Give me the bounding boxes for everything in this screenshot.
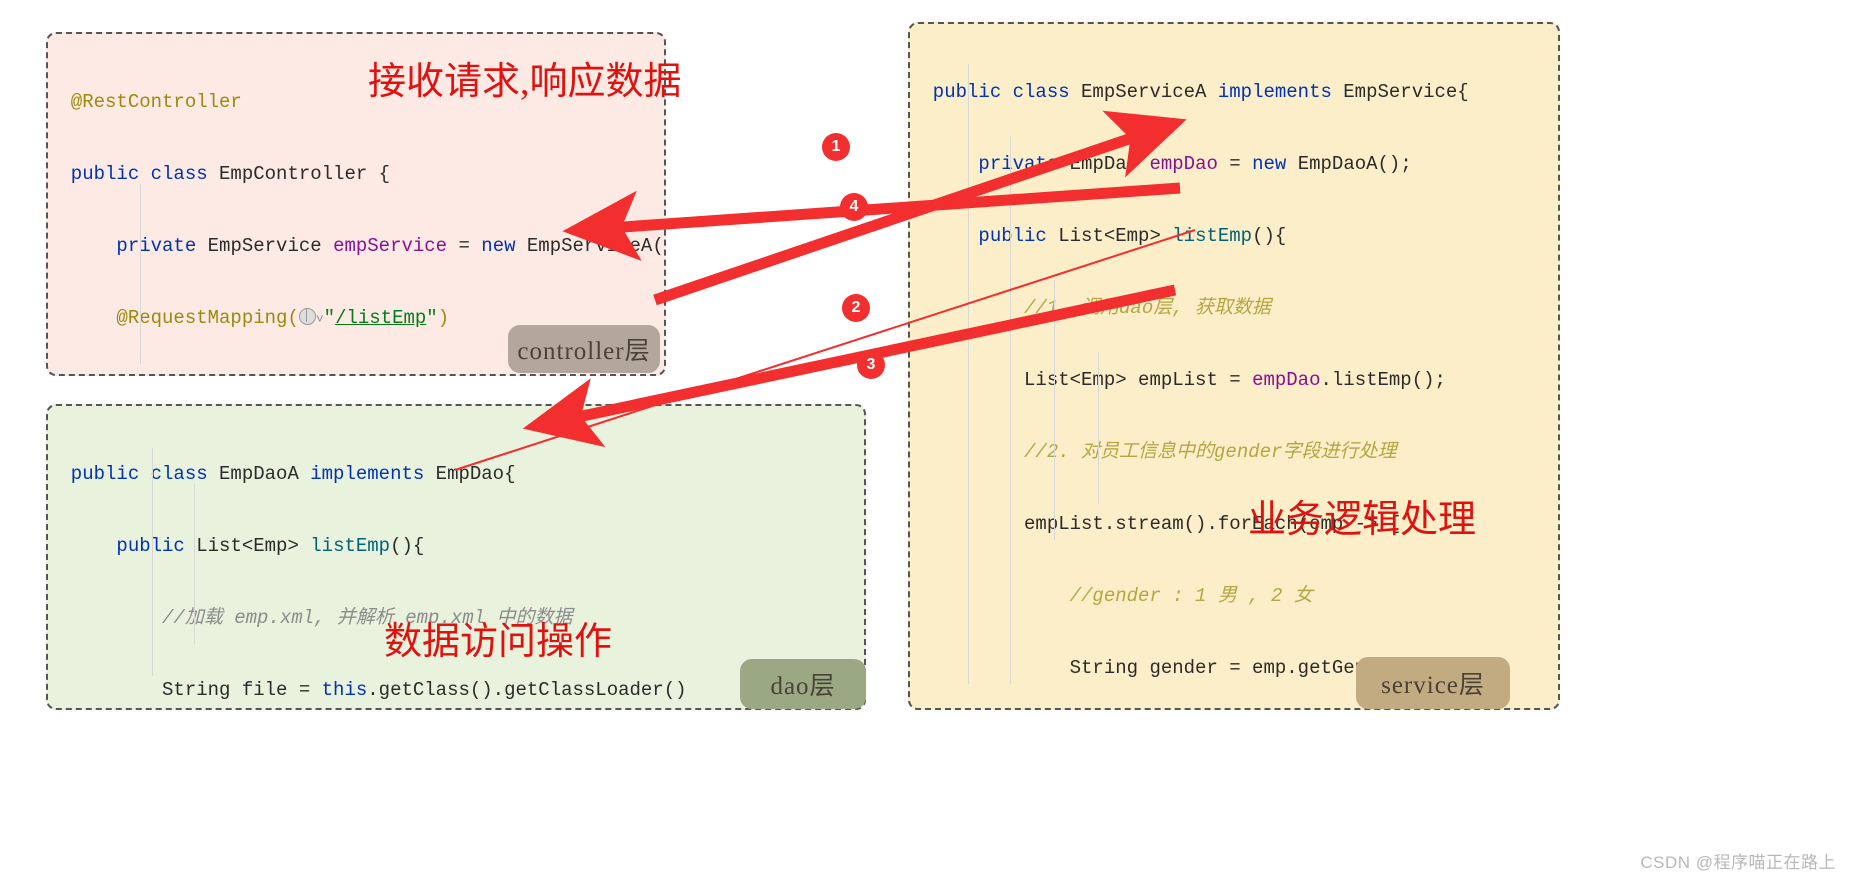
service-code: public class EmpServiceA implements EmpS…	[910, 38, 1558, 708]
code-line: public class EmpDaoA implements EmpDao{	[48, 463, 516, 485]
code-line: //gender : 1 男 , 2 女	[910, 585, 1313, 607]
code-line: //2. 对员工信息中的gender字段进行处理	[910, 441, 1397, 463]
indent-guide	[140, 184, 141, 364]
code-line: List<Emp> empList = empDao.listEmp();	[910, 369, 1446, 391]
flow-step-2: 2	[842, 294, 870, 322]
indent-guide	[1098, 352, 1099, 504]
badge-controller-layer: controller层	[508, 325, 660, 373]
annotation-dao: 数据访问操作	[384, 621, 613, 663]
indent-guide	[1010, 136, 1011, 684]
annotation-service: 业务逻辑处理	[1248, 499, 1477, 541]
flow-step-1: 1	[822, 133, 850, 161]
code-line: public List<Emp> listEmp(){	[910, 225, 1287, 247]
service-layer-box: public class EmpServiceA implements EmpS…	[908, 22, 1560, 710]
badge-dao-layer: dao层	[740, 659, 866, 709]
badge-service-layer: service层	[1356, 657, 1510, 709]
indent-guide	[194, 484, 195, 644]
flow-step-4: 4	[840, 193, 868, 221]
indent-guide	[968, 64, 969, 684]
flow-step-3: 3	[857, 351, 885, 379]
code-line: //1. 调用dao层, 获取数据	[910, 297, 1272, 319]
globe-icon	[298, 308, 316, 325]
architecture-diagram: @RestController public class EmpControll…	[0, 0, 1860, 885]
indent-guide	[152, 448, 153, 676]
code-line: private EmpDao empDao = new EmpDaoA();	[910, 153, 1412, 175]
csdn-watermark: CSDN @程序喵正在路上	[1640, 853, 1836, 872]
code-line: public class EmpServiceA implements EmpS…	[910, 81, 1469, 103]
annotation-controller: 接收请求,响应数据	[368, 61, 682, 103]
indent-guide	[1054, 280, 1055, 540]
code-line: public List<Emp> listEmp(){	[48, 535, 425, 557]
